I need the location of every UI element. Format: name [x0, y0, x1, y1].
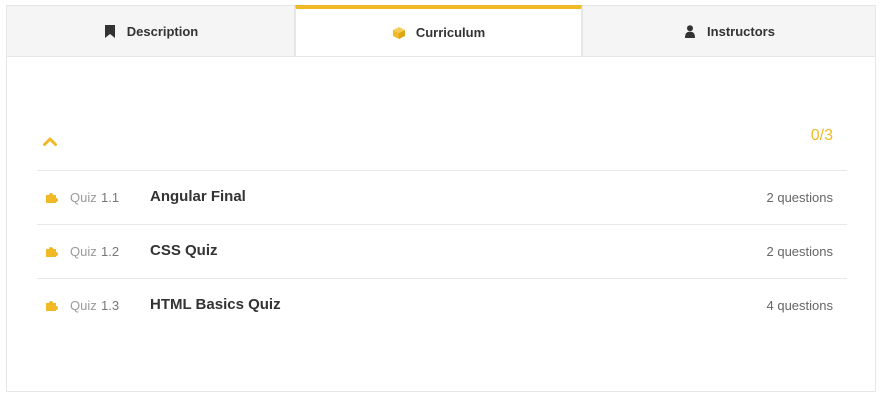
item-title[interactable]: HTML Basics Quiz [150, 296, 281, 313]
item-title[interactable]: Angular Final [150, 188, 246, 205]
puzzle-icon [45, 244, 59, 258]
item-type: Quiz [70, 244, 97, 259]
item-type: Quiz [70, 298, 97, 313]
tab-description-label: Description [126, 23, 199, 39]
course-tabs-widget: Description Curriculum Instructors 0/3 Q… [6, 5, 876, 392]
lesson-list: Quiz 1.1 Angular Final 2 questions Quiz … [37, 170, 847, 332]
tab-bar: Description Curriculum Instructors [6, 5, 876, 57]
item-question-count: 4 questions [766, 298, 834, 313]
item-type: Quiz [70, 190, 97, 205]
curriculum-panel: 0/3 Quiz 1.1 Angular Final 2 questions Q… [6, 56, 876, 392]
puzzle-icon [45, 190, 59, 204]
tab-instructors[interactable]: Instructors [582, 5, 876, 57]
list-item[interactable]: Quiz 1.1 Angular Final 2 questions [37, 170, 847, 224]
item-number: 1.3 [101, 298, 120, 313]
tab-description[interactable]: Description [6, 5, 295, 57]
item-title[interactable]: CSS Quiz [150, 242, 218, 259]
list-item[interactable]: Quiz 1.2 CSS Quiz 2 questions [37, 224, 847, 278]
box-icon [392, 26, 406, 40]
list-item[interactable]: Quiz 1.3 HTML Basics Quiz 4 questions [37, 278, 847, 332]
section-header: 0/3 [37, 127, 847, 161]
tab-curriculum-label: Curriculum [415, 25, 486, 40]
tab-instructors-label: Instructors [707, 23, 775, 39]
item-number: 1.1 [101, 190, 120, 205]
chevron-up-icon[interactable] [43, 133, 59, 147]
bookmark-icon [103, 24, 117, 38]
item-number: 1.2 [101, 244, 120, 259]
item-question-count: 2 questions [766, 190, 834, 205]
puzzle-icon [45, 298, 59, 312]
user-icon [683, 24, 697, 38]
tab-curriculum[interactable]: Curriculum [295, 5, 582, 57]
section-progress: 0/3 [810, 127, 833, 144]
item-question-count: 2 questions [766, 244, 834, 259]
